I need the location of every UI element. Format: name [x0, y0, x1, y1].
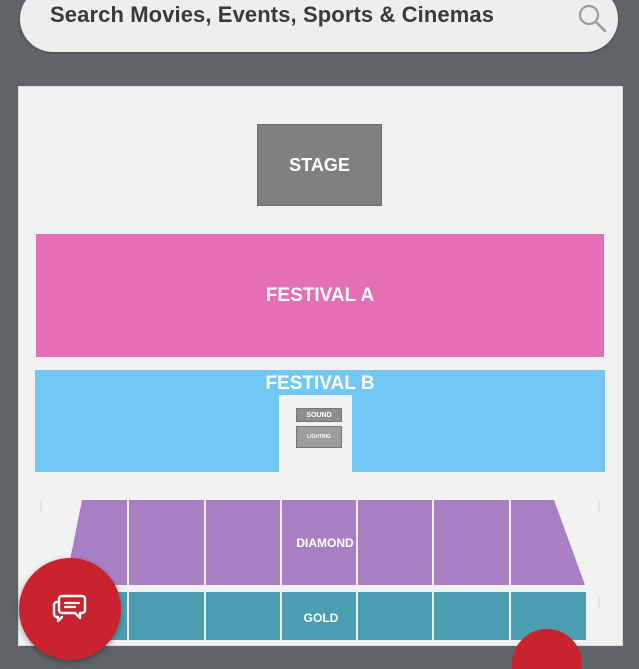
lighting-label: LIGHTING [296, 426, 342, 448]
search-placeholder[interactable]: Search Movies, Events, Sports & Cinemas [50, 2, 494, 28]
stage-area: STAGE [257, 124, 382, 206]
map-edge-mark [40, 500, 42, 512]
festival-b-label: FESTIVAL B [265, 373, 375, 394]
sound-lighting-booth: SOUND LIGHTING [296, 408, 344, 450]
top-bar: Search Movies, Events, Sports & Cinemas [0, 0, 639, 73]
chat-button[interactable] [19, 558, 121, 660]
map-edge-mark [598, 596, 600, 608]
diamond-label: DIAMOND [296, 536, 354, 550]
stage-label: STAGE [289, 154, 350, 175]
section-festival-a[interactable]: FESTIVAL A [36, 234, 604, 357]
chat-bubbles-icon [52, 594, 87, 623]
search-icon[interactable] [576, 2, 610, 36]
gold-label: GOLD [303, 611, 339, 625]
sound-label: SOUND [296, 408, 342, 422]
festival-a-label: FESTIVAL A [265, 284, 375, 306]
map-edge-mark [598, 500, 600, 512]
search-bar[interactable]: Search Movies, Events, Sports & Cinemas [20, 0, 618, 52]
